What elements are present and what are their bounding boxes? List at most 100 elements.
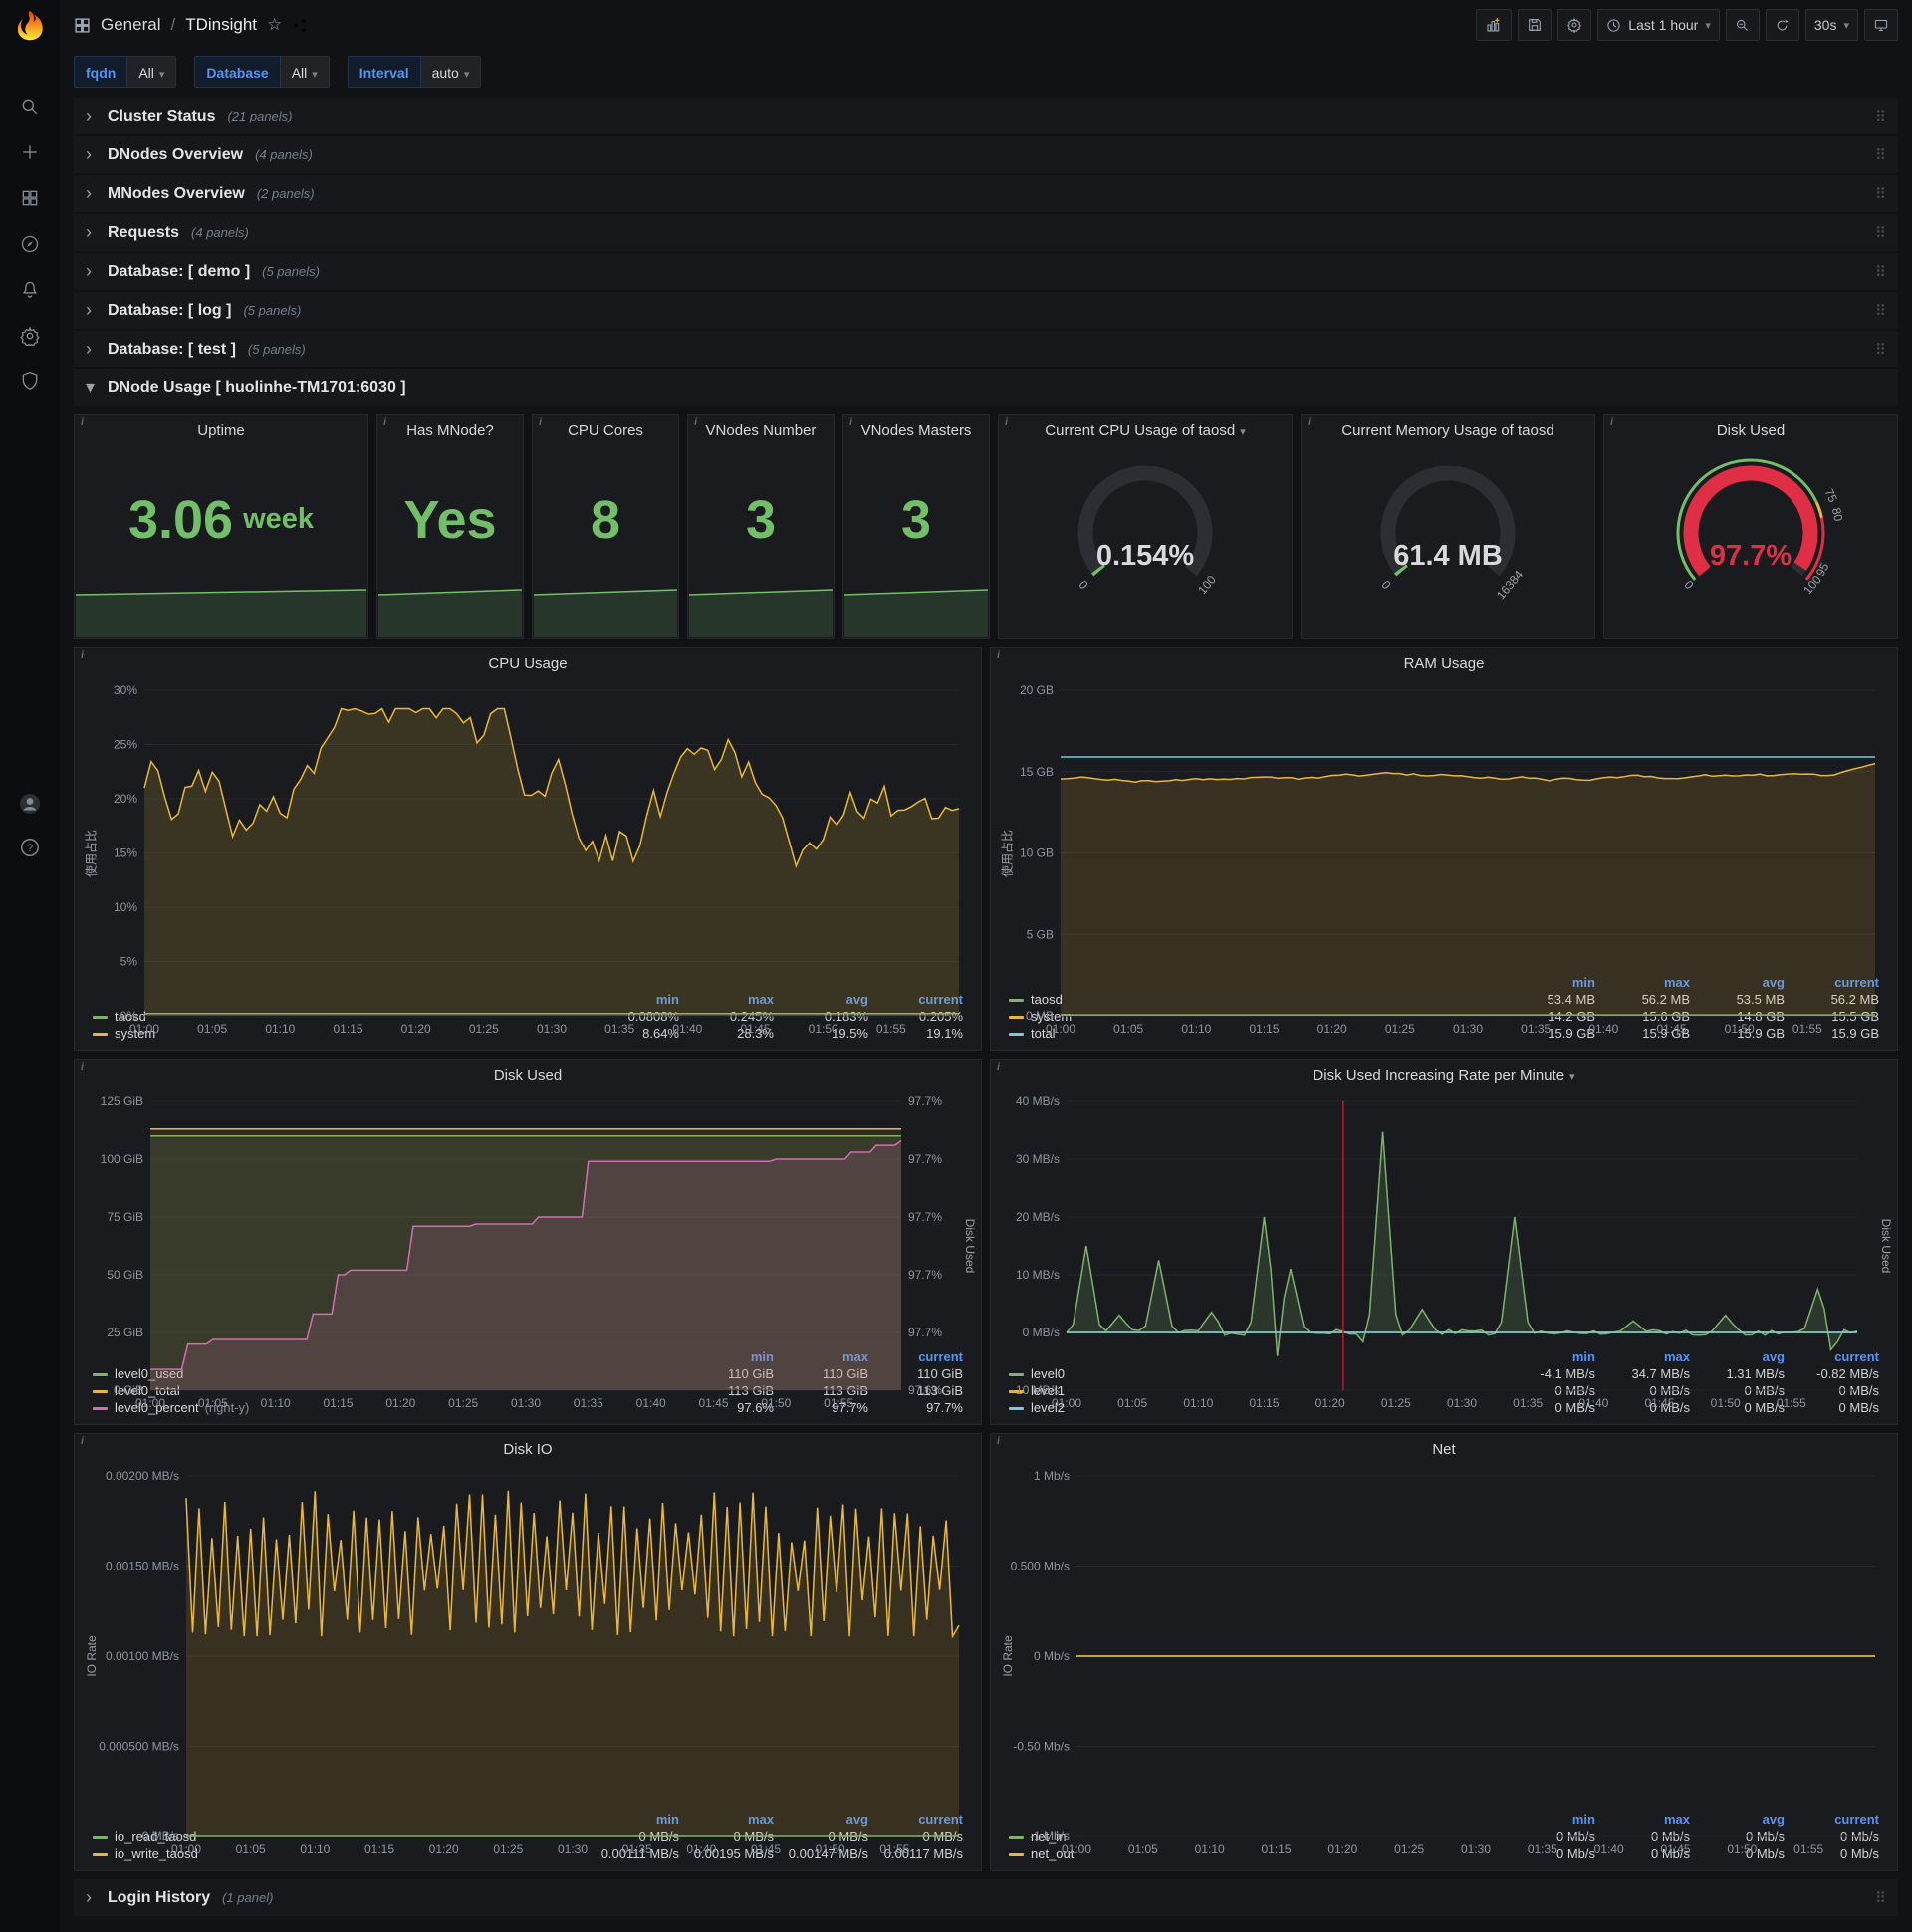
panel-info-icon[interactable]: i xyxy=(1604,415,1619,430)
breadcrumb-folder[interactable]: General xyxy=(101,15,160,35)
dashboard-row-collapsed[interactable]: › DNodes Overview (4 panels) ⠿ xyxy=(74,136,1898,173)
ram-usage-plot-area[interactable]: 0 MB 5 GB 10 GB 15 GB 20 GB 01:00 01:05 01:10 01… xyxy=(997,680,1891,1036)
panel-info-icon[interactable]: i xyxy=(377,415,392,430)
dashboard-row-collapsed[interactable]: › Database: [ test ] (5 panels) ⠿ xyxy=(74,331,1898,367)
panel-title[interactable]: CPU Cores xyxy=(533,415,678,445)
row-drag-handle-icon[interactable]: ⠿ xyxy=(1875,302,1886,320)
share-icon[interactable] xyxy=(292,17,309,34)
zoom-out-time-button[interactable] xyxy=(1725,9,1760,41)
row-drag-handle-icon[interactable]: ⠿ xyxy=(1875,341,1886,359)
svg-text:01:20: 01:20 xyxy=(1317,1022,1347,1036)
add-panel-button[interactable] xyxy=(1476,9,1513,41)
panel-info-icon[interactable]: i xyxy=(991,1060,1006,1075)
row-title[interactable]: Database: [ demo ] xyxy=(108,263,250,281)
dashboard-row-collapsed[interactable]: › Database: [ demo ] (5 panels) ⠿ xyxy=(74,253,1898,290)
row-drag-handle-icon[interactable]: ⠿ xyxy=(1875,1889,1886,1907)
disk-used-plot-area[interactable]: 0 GiB 97.6% 25 GiB 97.7% 50 GiB 97.7% 75 GiB 97… xyxy=(81,1091,975,1410)
panel-title[interactable]: Uptime xyxy=(75,415,367,445)
breadcrumb-dashboard-title[interactable]: TDinsight xyxy=(185,15,257,35)
search-icon[interactable] xyxy=(12,92,48,121)
panel-info-icon[interactable]: i xyxy=(75,648,90,663)
net-plot-area[interactable]: -1 Mb/s -0.50 Mb/s 0 Mb/s 0.500 Mb/s 1 Mb/s 0… xyxy=(997,1466,1891,1856)
svg-text:5 GB: 5 GB xyxy=(1027,927,1054,941)
dashboard-grid-icon[interactable] xyxy=(74,17,91,34)
server-admin-shield-icon[interactable] xyxy=(12,366,48,396)
cycle-view-mode-button[interactable] xyxy=(1864,9,1898,41)
svg-text:01:10: 01:10 xyxy=(300,1842,330,1856)
row-drag-handle-icon[interactable]: ⠿ xyxy=(1875,263,1886,281)
panel-title[interactable]: Disk Used▾ xyxy=(1717,415,1785,445)
explore-compass-icon[interactable] xyxy=(12,229,48,259)
panel-info-icon[interactable]: i xyxy=(843,415,858,430)
panel-title[interactable]: Current Memory Usage of taosd▾ xyxy=(1341,415,1554,445)
row-title[interactable]: DNodes Overview xyxy=(108,146,243,164)
dashboard-settings-button[interactable] xyxy=(1557,9,1592,41)
panel-title[interactable]: Disk Used▾ xyxy=(75,1060,981,1089)
row-drag-handle-icon[interactable]: ⠿ xyxy=(1875,185,1886,203)
svg-text:01:30: 01:30 xyxy=(1447,1396,1477,1410)
svg-text:01:10: 01:10 xyxy=(1183,1396,1213,1410)
row-title[interactable]: Login History xyxy=(108,1889,210,1907)
refresh-interval-dropdown[interactable]: 30s ▾ xyxy=(1804,9,1858,41)
disk-rate-plot-area[interactable]: -10 MB/s 0 MB/s 10 MB/s 20 MB/s 30 MB/s 40 MB… xyxy=(997,1091,1891,1410)
svg-text:01:30: 01:30 xyxy=(1453,1022,1483,1036)
dashboard-row-collapsed[interactable]: › MNodes Overview (2 panels) ⠿ xyxy=(74,175,1898,212)
row-title[interactable]: MNodes Overview xyxy=(108,185,245,203)
configuration-gear-icon[interactable] xyxy=(12,321,48,351)
star-icon[interactable]: ☆ xyxy=(267,15,282,35)
panel-info-icon[interactable]: i xyxy=(991,648,1006,663)
user-avatar[interactable] xyxy=(12,789,48,819)
panel-info-icon[interactable]: i xyxy=(75,1060,90,1075)
panel-info-icon[interactable]: i xyxy=(999,415,1014,430)
dashboard-row-expanded[interactable]: ▾ DNode Usage [ huolinhe-TM1701:6030 ] xyxy=(74,369,1898,406)
panel-title[interactable]: VNodes Masters xyxy=(843,415,989,445)
variable-value-dropdown[interactable]: All ▾ xyxy=(280,56,330,88)
row-drag-handle-icon[interactable]: ⠿ xyxy=(1875,146,1886,164)
dashboard-row-collapsed[interactable]: › Login History (1 panel) ⠿ xyxy=(74,1879,1898,1916)
alerting-bell-icon[interactable] xyxy=(12,275,48,305)
panel-title[interactable]: Disk IO▾ xyxy=(75,1434,981,1464)
disk-io-plot-area[interactable]: 0 MB/s 0.000500 MB/s 0.00100 MB/s 0.00150 M… xyxy=(81,1466,975,1856)
cpu-usage-plot-area[interactable]: 0% 5% 10% 15% 20% 25% 30% 01:00 01:05 01:10 01:15 0… xyxy=(81,680,975,1036)
dashboards-icon[interactable] xyxy=(12,183,48,213)
variable-value-dropdown[interactable]: All ▾ xyxy=(127,56,177,88)
svg-text:50 GiB: 50 GiB xyxy=(107,1268,143,1282)
svg-text:01:20: 01:20 xyxy=(385,1396,415,1410)
time-range-picker[interactable]: Last 1 hour ▾ xyxy=(1597,9,1720,41)
row-title[interactable]: Database: [ log ] xyxy=(108,302,231,320)
panel-info-icon[interactable]: i xyxy=(75,1434,90,1449)
grafana-logo[interactable] xyxy=(0,0,60,52)
variable-label: fqdn xyxy=(74,56,128,88)
panel-title[interactable]: Net▾ xyxy=(991,1434,1897,1464)
row-title[interactable]: Requests xyxy=(108,224,179,242)
svg-text:01:00: 01:00 xyxy=(135,1396,165,1410)
dashboard-row-collapsed[interactable]: › Requests (4 panels) ⠿ xyxy=(74,214,1898,251)
row-title[interactable]: Cluster Status xyxy=(108,108,215,125)
panel-info-icon[interactable]: i xyxy=(533,415,548,430)
dashboard-row-collapsed[interactable]: › Cluster Status (21 panels) ⠿ xyxy=(74,98,1898,134)
panel-title[interactable]: Disk Used Increasing Rate per Minute ▾ xyxy=(991,1060,1897,1089)
row-drag-handle-icon[interactable]: ⠿ xyxy=(1875,224,1886,242)
dashboard-row-collapsed[interactable]: › Database: [ log ] (5 panels) ⠿ xyxy=(74,292,1898,329)
svg-text:-10 MB/s: -10 MB/s xyxy=(1012,1383,1060,1397)
refresh-button[interactable] xyxy=(1765,9,1799,41)
panel-title[interactable]: Has MNode? xyxy=(377,415,523,445)
panel-title[interactable]: CPU Usage▾ xyxy=(75,648,981,678)
panel-title[interactable]: VNodes Number xyxy=(688,415,834,445)
variable-value-dropdown[interactable]: auto ▾ xyxy=(420,56,482,88)
row-drag-handle-icon[interactable]: ⠿ xyxy=(1875,108,1886,125)
variable-label: Database xyxy=(194,56,281,88)
help-icon[interactable]: ? xyxy=(12,833,48,862)
save-dashboard-button[interactable] xyxy=(1518,9,1553,41)
panel-info-icon[interactable]: i xyxy=(1302,415,1316,430)
svg-text:0 MB/s: 0 MB/s xyxy=(142,1829,179,1843)
row-title[interactable]: DNode Usage [ huolinhe-TM1701:6030 ] xyxy=(108,379,406,397)
row-title[interactable]: Database: [ test ] xyxy=(108,341,236,359)
panel-title[interactable]: Current CPU Usage of taosd ▾ xyxy=(1045,415,1245,445)
panel-info-icon[interactable]: i xyxy=(688,415,703,430)
panel-info-icon[interactable]: i xyxy=(991,1434,1006,1449)
row-panel-count: (5 panels) xyxy=(262,264,320,279)
create-plus-icon[interactable] xyxy=(12,137,48,167)
panel-info-icon[interactable]: i xyxy=(75,415,90,430)
panel-title[interactable]: RAM Usage▾ xyxy=(991,648,1897,678)
